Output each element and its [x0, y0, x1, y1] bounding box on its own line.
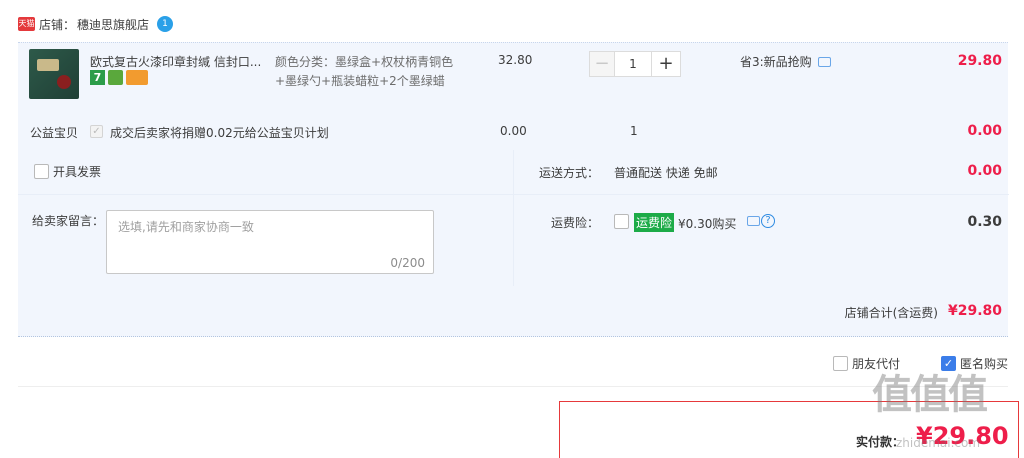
charity-total: 0.00 [967, 123, 1002, 139]
insurance-checkbox[interactable] [614, 214, 629, 229]
order-options: 开具发票 给卖家留言： 选填,请先和商家协商一致 0/200 运送方式： 普通配… [18, 150, 1009, 286]
watermark-url: zhidemai.com [896, 436, 981, 450]
charity-quantity: 1 [630, 124, 638, 138]
shop-name-link[interactable]: 穗迪思旗舰店 [77, 16, 149, 33]
charity-text: 成交后卖家将捐赠0.02元给公益宝贝计划 [110, 126, 329, 140]
order-options-left: 开具发票 给卖家留言： 选填,请先和商家协商一致 0/200 [18, 150, 513, 286]
item-subtotal: 29.80 [957, 53, 1002, 69]
shipping-total: 0.00 [967, 163, 1002, 179]
shop-total-value: ¥29.80 [947, 303, 1002, 319]
tmall-logo-icon: 天猫 [18, 17, 35, 31]
shipping-method: 普通配送 快递 免邮 [614, 166, 718, 180]
invoice-option[interactable]: 开具发票 [34, 163, 101, 180]
product-service-tags: 7 [90, 70, 148, 85]
shop-total-label: 店铺合计(含运费) [844, 306, 938, 320]
sku-label: 颜色分类： [275, 55, 336, 69]
order-item-row: 欧式复古火漆印章封缄 信封口... 7 颜色分类：墨绿盒+权杖柄青铜色+墨绿勺+… [18, 42, 1008, 114]
shipping-label: 运送方式： [539, 166, 600, 180]
promotion-info-icon[interactable] [817, 56, 831, 67]
shop-label: 店铺： [39, 17, 76, 32]
wangwang-chat-icon[interactable]: 1 [157, 16, 174, 32]
charity-label: 公益宝贝 [30, 126, 79, 140]
product-title-link[interactable]: 欧式复古火漆印章封缄 信封口... [90, 53, 265, 70]
shop-header: 天猫 店铺： 穗迪思旗舰店 1 [18, 14, 174, 34]
product-thumbnail[interactable] [29, 49, 79, 99]
shop-total-row: 店铺合计(含运费) ¥29.80 [18, 286, 1008, 337]
invoice-checkbox[interactable] [34, 164, 49, 179]
quantity-decrease-button[interactable]: − [589, 51, 615, 77]
order-options-right: 运送方式： 普通配送 快递 免邮 0.00 运费险： 运费险 ¥0.30购买 ?… [513, 150, 1009, 286]
quantity-increase-button[interactable]: + [651, 51, 681, 77]
payment-extras: 朋友代付 ✓ 匿名购买 [0, 350, 1024, 380]
message-placeholder: 选填,请先和商家协商一致 [118, 220, 254, 234]
insurance-label: 运费险： [551, 216, 600, 230]
message-char-count: 0/200 [390, 256, 425, 270]
credit-card-icon[interactable] [126, 70, 148, 85]
divider [18, 386, 1008, 387]
seller-message-textarea[interactable]: 选填,请先和商家协商一致 0/200 [106, 210, 434, 274]
guarantee-icon[interactable] [108, 70, 123, 85]
unit-price: 32.80 [498, 53, 533, 67]
friend-pay-checkbox[interactable] [833, 356, 848, 371]
divider [18, 194, 513, 195]
quantity-stepper: − 1 + [589, 51, 681, 77]
quantity-input[interactable]: 1 [615, 51, 651, 77]
help-icon[interactable]: ? [761, 214, 775, 228]
insurance-total: 0.30 [967, 214, 1002, 230]
promotion-text: 省3:新品抢购 [740, 55, 812, 69]
sku-info: 颜色分类：墨绿盒+权杖柄青铜色+墨绿勺+瓶装蜡粒+2个墨绿蜡 [275, 53, 465, 91]
seven-day-return-icon[interactable]: 7 [90, 70, 105, 85]
promotion: 省3:新品抢购 [740, 53, 831, 70]
charity-price: 0.00 [500, 124, 527, 138]
insurance-info-icon[interactable] [747, 216, 760, 226]
insurance-badge: 运费险 [634, 213, 675, 232]
divider [514, 194, 1009, 195]
message-label: 给卖家留言： [32, 214, 105, 228]
insurance-price: ¥0.30购买 [678, 217, 737, 231]
invoice-label[interactable]: 开具发票 [53, 163, 101, 180]
charity-checkbox: ✓ [90, 125, 103, 138]
charity-row: 公益宝贝 ✓ 成交后卖家将捐赠0.02元给公益宝贝计划 0.00 1 0.00 [18, 114, 1008, 150]
